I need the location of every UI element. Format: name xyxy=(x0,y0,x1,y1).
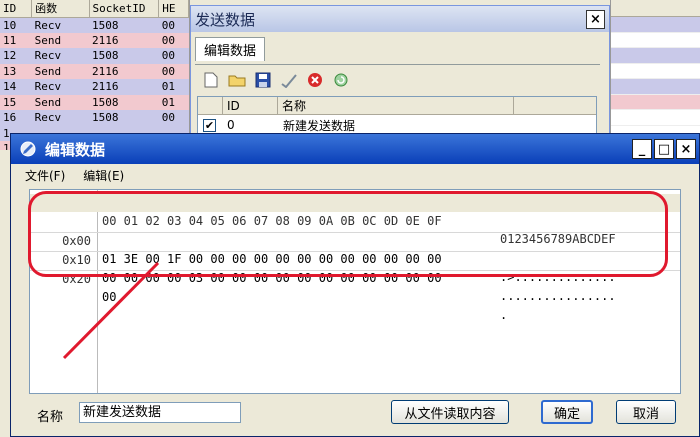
hex-offset: 0x20 xyxy=(62,272,91,286)
hex-row[interactable]: 0x00 01 3E 00 1F 00 00 00 00 00 00 00 00… xyxy=(30,214,680,284)
send-item-checkbox[interactable]: ✔ xyxy=(203,118,216,132)
table-cell-id: 10 xyxy=(3,18,17,32)
name-label: 名称 xyxy=(37,410,64,425)
table-cell-func: Send xyxy=(34,95,62,109)
maximize-button[interactable]: □ xyxy=(654,139,674,159)
hex-row[interactable]: 0x20 00 . xyxy=(30,252,680,322)
table-cell-id: 16 xyxy=(3,111,17,125)
table-cell-he: 00 xyxy=(161,18,175,32)
new-document-icon[interactable] xyxy=(201,70,221,90)
send-list-header: ID 名称 xyxy=(198,97,596,115)
right-panel-cell xyxy=(611,48,700,64)
table-row[interactable]: 15 Send 1508 01 xyxy=(0,94,189,110)
load-from-file-button[interactable]: 从文件读取内容 xyxy=(391,400,509,424)
list-item[interactable]: ✔ 0 新建发送数据 xyxy=(198,115,596,135)
table-cell-id: 15 xyxy=(3,95,17,109)
list-item-name: 新建发送数据 xyxy=(283,118,356,133)
hex-editor[interactable]: 00 01 02 03 04 05 06 07 08 09 0A 0B 0C 0… xyxy=(29,189,681,394)
open-folder-icon[interactable] xyxy=(227,70,247,90)
table-cell-he: 00 xyxy=(161,33,175,47)
table-cell-func: Recv xyxy=(34,80,62,94)
send-dialog-toolbar xyxy=(195,64,600,94)
table-cell-func: Send xyxy=(34,33,62,47)
table-cell-func: Send xyxy=(34,64,62,78)
table-cell-he: 01 xyxy=(161,95,175,109)
edit-window-titlebar: 编辑数据 xyxy=(11,134,699,164)
close-button[interactable]: × xyxy=(676,139,696,159)
hex-bytes[interactable]: 00 xyxy=(102,288,116,306)
minimize-button[interactable]: _ xyxy=(632,139,652,159)
table-row[interactable]: 10 Recv 1508 00 xyxy=(0,17,189,33)
send-data-dialog: 发送数据 × 编辑数据 ID 名称 ✔ 0 新建发送数据 xyxy=(190,5,610,145)
right-panel-cell xyxy=(611,33,700,48)
list-header-id[interactable]: ID xyxy=(223,97,278,114)
hex-ascii[interactable]: . xyxy=(500,306,507,324)
packet-table: ID 函数 SocketID HE 10 Recv 1508 00 11 Send 2116… xyxy=(0,0,190,150)
right-panel-cell xyxy=(611,94,700,110)
menu-bar: 文件(F) 编辑(E) xyxy=(11,164,699,186)
table-cell-he: 01 xyxy=(161,80,175,94)
table-cell-func: Recv xyxy=(34,49,62,63)
list-header-name[interactable]: 名称 xyxy=(278,97,514,114)
hex-row[interactable]: 0x10 00 00 00 00 03 00 00 00 00 00 00 00… xyxy=(30,233,680,303)
table-cell-socket: 2116 xyxy=(92,80,119,94)
column-header-socket-id[interactable]: SocketID xyxy=(89,0,160,18)
name-field[interactable]: 新建发送数据 xyxy=(79,402,241,423)
table-cell-he: 00 xyxy=(161,111,175,125)
table-cell-socket: 1508 xyxy=(92,95,119,109)
table-cell-id: 13 xyxy=(3,64,17,78)
app-logo-icon xyxy=(20,141,36,157)
table-cell-socket: 2116 xyxy=(92,64,119,78)
table-cell-he: 00 xyxy=(161,64,175,78)
menu-edit[interactable]: 编辑(E) xyxy=(83,167,124,184)
hex-ascii[interactable]: ................ xyxy=(500,287,616,305)
right-panel-cell xyxy=(611,17,700,33)
send-dialog-close-button[interactable]: × xyxy=(586,10,605,29)
hex-header-row: 00 01 02 03 04 05 06 07 08 09 0A 0B 0C 0… xyxy=(30,194,680,246)
right-panel-cell xyxy=(611,110,700,126)
table-cell-he: 00 xyxy=(161,49,175,63)
right-panel-header xyxy=(611,0,700,17)
table-row[interactable]: 12 Recv 1508 00 xyxy=(0,48,189,64)
right-panel xyxy=(610,0,700,150)
cancel-button[interactable]: 取消 xyxy=(616,400,676,424)
menu-file[interactable]: 文件(F) xyxy=(25,167,65,184)
table-row[interactable]: 11 Send 2116 00 xyxy=(0,32,189,48)
column-header-function[interactable]: 函数 xyxy=(31,0,90,18)
table-cell-func: Recv xyxy=(34,18,62,32)
table-row[interactable]: 16 Recv 1508 00 xyxy=(0,110,189,126)
column-header-he[interactable]: HE xyxy=(158,0,189,18)
edit-icon[interactable] xyxy=(279,70,299,90)
list-item-id: 0 xyxy=(227,118,235,132)
table-cell-socket: 1508 xyxy=(92,111,119,125)
table-cell-func: Recv xyxy=(34,111,62,125)
ok-button[interactable]: 确定 xyxy=(541,400,593,424)
table-cell-socket: 1508 xyxy=(92,49,119,63)
table-cell-socket: 2116 xyxy=(92,33,119,47)
right-panel-cell xyxy=(611,79,700,95)
right-panel-cell xyxy=(611,64,700,79)
table-row[interactable]: 13 Send 2116 00 xyxy=(0,63,189,79)
delete-icon[interactable] xyxy=(305,70,325,90)
refresh-icon[interactable] xyxy=(331,70,351,90)
column-header-id[interactable]: ID xyxy=(0,0,33,18)
table-cell-id: 14 xyxy=(3,80,17,94)
hex-bytes[interactable]: 00 00 00 00 03 00 00 00 00 00 00 00 00 0… xyxy=(102,269,442,287)
edit-data-window: 编辑数据 _ □ × 文件(F) 编辑(E) 00 01 02 03 04 05… xyxy=(10,133,700,437)
table-cell-id: 11 xyxy=(3,33,17,47)
tab-edit-data[interactable]: 编辑数据 xyxy=(195,37,266,61)
table-cell-socket: 1508 xyxy=(92,18,119,32)
table-row[interactable]: 14 Recv 2116 01 xyxy=(0,79,189,95)
edit-window-title: 编辑数据 xyxy=(45,140,106,159)
save-icon[interactable] xyxy=(253,70,273,90)
send-dialog-title: 发送数据 xyxy=(191,6,609,32)
table-cell-id: 12 xyxy=(3,49,17,63)
